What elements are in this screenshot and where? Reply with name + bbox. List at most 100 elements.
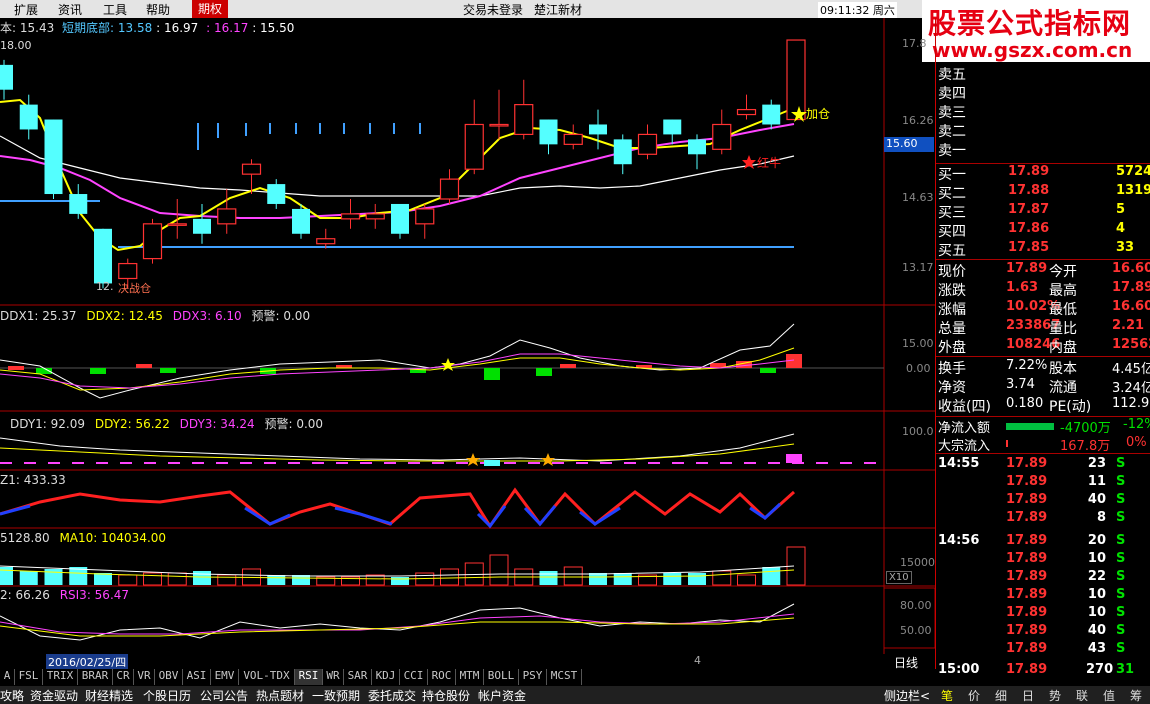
quote-tab[interactable]: 笔	[941, 687, 953, 704]
main-legend: 本: 15.43 短期底部: 13.58 : 16.97 : 16.17 : 1…	[0, 19, 294, 36]
legend-base: 本: 15.43	[0, 21, 55, 35]
tick-price: 17.89	[1006, 510, 1048, 525]
tick-volume: 8	[1096, 510, 1106, 525]
tick-price: 17.89	[1006, 587, 1048, 602]
function-tab[interactable]: 持仓股份	[422, 687, 470, 704]
indicator-tab-emv[interactable]: EMV	[211, 669, 239, 685]
indicator-tab-kdj[interactable]: KDJ	[372, 669, 400, 685]
finance-label: 换手	[938, 361, 966, 377]
volume-bar	[712, 570, 732, 586]
indicator-tab-a[interactable]: A	[0, 669, 15, 685]
volume-bar	[365, 574, 385, 586]
tick-direction: S	[1116, 569, 1126, 584]
quote-tab[interactable]: 筹	[1130, 687, 1142, 704]
annotation-red-cow: 红牛	[757, 156, 782, 170]
tick-price: 17.89	[1006, 623, 1048, 638]
indicator-tab-vol-tdx[interactable]: VOL-TDX	[239, 669, 295, 685]
function-tab[interactable]: 攻略	[0, 687, 24, 704]
tick-time: 14:56	[938, 533, 980, 548]
indicator-tab-cci[interactable]: CCI	[400, 669, 428, 685]
indicator-tab-roc[interactable]: ROC	[428, 669, 456, 685]
menu-extend[interactable]: 扩展	[14, 1, 38, 18]
finance-label: 流通	[1049, 380, 1077, 396]
menu-help[interactable]: 帮助	[146, 1, 170, 18]
volume-bar	[19, 571, 38, 585]
quote-tab[interactable]: 值	[1103, 687, 1115, 704]
buy-row-volume: 1319	[1116, 183, 1150, 198]
indicator-tab-rsi[interactable]: RSI	[295, 669, 323, 685]
quote-tab[interactable]: 势	[1049, 687, 1061, 704]
function-tab[interactable]: 热点题材	[256, 687, 304, 704]
ddx-alert: 预警: 0.00	[251, 309, 311, 323]
ddy-alert: 预警: 0.00	[264, 417, 324, 431]
menu-news[interactable]: 资讯	[58, 1, 82, 18]
indicator-tab-mcst[interactable]: MCST	[547, 669, 582, 685]
indicator-tab-wr[interactable]: WR	[323, 669, 344, 685]
indicator-tab-obv[interactable]: OBV	[155, 669, 183, 685]
candle-body	[663, 119, 682, 135]
function-tab[interactable]: 帐户资金	[478, 687, 526, 704]
stat-label: 现价	[938, 264, 966, 280]
quote-tab[interactable]: 价	[968, 687, 980, 704]
tick-direction: S	[1116, 551, 1126, 566]
indicator-tab-sar[interactable]: SAR	[344, 669, 372, 685]
menu-tools[interactable]: 工具	[103, 1, 127, 18]
candle-body	[514, 104, 534, 136]
x-tick-label: 4	[694, 654, 701, 667]
tick-time: 14:55	[938, 456, 980, 471]
quote-tab[interactable]: 联	[1076, 687, 1088, 704]
ma-white-line	[0, 135, 795, 197]
function-tab[interactable]: 委托成交	[368, 687, 416, 704]
tick-volume: 10	[1087, 587, 1106, 602]
tick-direction: S	[1116, 510, 1126, 525]
stat-value: 16.60	[1112, 261, 1150, 276]
quote-tab[interactable]: 日	[1022, 687, 1034, 704]
period-label[interactable]: 日线	[894, 654, 918, 671]
rsi-scale-box	[883, 587, 935, 649]
menu-options[interactable]: 期权	[192, 0, 229, 18]
tick-volume: 20	[1087, 533, 1106, 548]
vol-y-label: 15000	[900, 556, 935, 569]
sidebar-toggle[interactable]: 侧边栏<	[884, 687, 930, 704]
rsi-legend: 2: 66.26 RSI3: 56.47	[0, 588, 129, 602]
indicator-tab-mtm[interactable]: MTM	[456, 669, 484, 685]
rsi3-value: RSI3: 56.47	[59, 588, 130, 602]
login-status[interactable]: 交易未登录	[463, 1, 523, 18]
function-tab[interactable]: 公司公告	[200, 687, 248, 704]
tick-price: 17.89	[1006, 641, 1048, 656]
volume-bar	[737, 574, 756, 586]
chart-area[interactable]: 本: 15.43 短期底部: 13.58 : 16.97 : 16.17 : 1…	[0, 18, 935, 671]
annotation-low-label: 12.	[96, 280, 114, 293]
ddx3-value: DDX3: 6.10	[172, 309, 242, 323]
tick-volume: 10	[1087, 551, 1106, 566]
indicator-tab-brar[interactable]: BRAR	[78, 669, 113, 685]
ddy-bar	[484, 460, 500, 466]
quote-panel: 卖五 卖四 卖三 卖二 卖一 买一 17.89 5724 买二 17.88 1319 买…	[935, 18, 1150, 677]
indicator-tab-psy[interactable]: PSY	[519, 669, 547, 685]
candle-body	[217, 208, 237, 225]
buy-row-label: 买三	[938, 205, 966, 221]
net-inflow-label: 净流入额	[938, 421, 991, 436]
y-label-3: 14.63	[902, 191, 934, 204]
candle-body	[712, 123, 732, 150]
candle-body	[365, 213, 385, 220]
function-tab[interactable]: 个股日历	[143, 687, 191, 704]
sell-row-label: 卖五	[938, 67, 966, 83]
block-inflow-value: 167.8万	[1060, 439, 1111, 454]
function-tab[interactable]: 一致预期	[312, 687, 360, 704]
z1-blue-segment	[476, 505, 507, 529]
indicator-tab-cr[interactable]: CR	[113, 669, 134, 685]
indicator-tab-vr[interactable]: VR	[134, 669, 155, 685]
candle-body	[292, 208, 310, 234]
function-tab[interactable]: 财经精选	[85, 687, 133, 704]
function-tab[interactable]: 资金驱动	[30, 687, 78, 704]
function-tabs: 攻略 资金驱动 财经精选 个股日历 公司公告 热点题材 一致预期 委托成交 持仓股份 帐户资金	[0, 686, 935, 704]
indicator-tab-trix[interactable]: TRIX	[43, 669, 78, 685]
volume-bar	[391, 577, 409, 585]
quote-tab[interactable]: 细	[995, 687, 1007, 704]
finance-value: 4.45亿	[1112, 362, 1150, 377]
indicator-tab-fsl[interactable]: FSL	[15, 669, 43, 685]
indicator-tab-boll[interactable]: BOLL	[484, 669, 519, 685]
candle-body	[736, 108, 757, 116]
indicator-tab-asi[interactable]: ASI	[183, 669, 211, 685]
